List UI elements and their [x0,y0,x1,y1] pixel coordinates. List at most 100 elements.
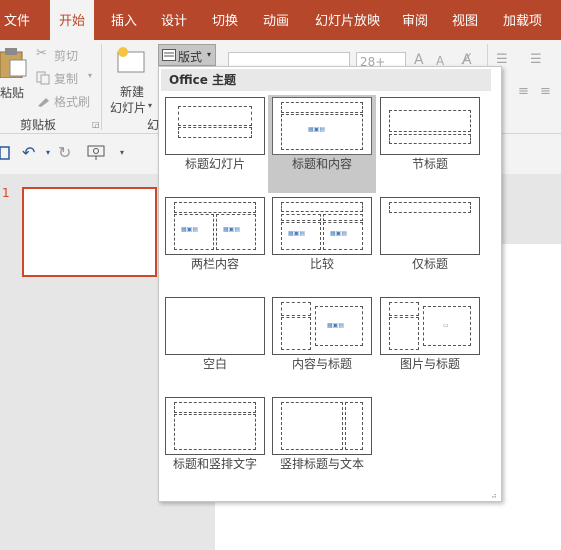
layout-label: 比较 [309,257,334,271]
layout-thumbnail [380,197,480,255]
vertical-text-placeholder [174,414,256,450]
tab-animations[interactable]: 动画 [263,0,289,40]
slideshow-start-icon[interactable] [86,144,106,162]
right-heading-placeholder [323,214,363,221]
format-painter-label: 格式刷 [54,95,91,109]
tab-slideshow[interactable]: 幻灯片放映 [315,0,380,40]
layout-two-content[interactable]: ▦▣▤ ▦▣▤ 两栏内容 [161,195,265,293]
numbering-icon[interactable]: ☰ [530,52,542,67]
slide-thumbnail[interactable] [22,187,157,277]
new-slide-button[interactable]: 新建 幻灯片 ▾ [108,44,153,115]
copy-button[interactable]: 复制 ▾ [36,69,96,87]
layout-label: 内容与标题 [291,357,352,371]
paintbrush-icon [38,98,49,107]
layout-label: 图片与标题 [399,357,460,371]
new-slide-label-1: 新建 [120,85,145,99]
tab-view[interactable]: 视图 [452,0,478,40]
layout-thumbnail [165,297,265,355]
layout-label: 标题和内容 [291,157,352,171]
content-icons: ▦▣▤ [308,126,326,133]
layout-picture-with-caption[interactable]: ▭ 图片与标题 [376,295,480,393]
layout-label: 仅标题 [411,257,448,271]
new-slide-label-2: 幻灯片 [110,101,147,115]
layout-label: 版式 [178,50,203,64]
title-placeholder [174,202,256,213]
layout-content-with-caption[interactable]: ▦▣▤ 内容与标题 [268,295,372,393]
content-icons: ▦▣▤ [181,226,199,233]
paste-label: 粘贴 [0,86,25,100]
chevron-down-icon[interactable]: ▾ [46,148,50,157]
title-placeholder [281,302,311,316]
dialog-launcher-icon[interactable]: ◲ [92,120,100,129]
text-placeholder [281,317,311,350]
save-icon[interactable] [0,146,10,160]
format-painter-button[interactable]: 格式刷 [36,92,96,110]
scissors-icon: ✂ [36,46,47,61]
layout-title-and-vertical-text[interactable]: 标题和竖排文字 [161,395,265,493]
vertical-title-placeholder [345,402,363,450]
layout-title-only[interactable]: 仅标题 [376,195,480,293]
layout-dropdown: Office 主题 标题幻灯片 ▦▣▤ 标题和内容 节标题 ▦▣▤ ▦▣▤ 两栏… [158,66,502,502]
paste-button[interactable]: 粘贴 [0,44,30,106]
left-heading-placeholder [281,214,321,221]
customize-qat-icon[interactable]: ▾ [120,148,124,157]
undo-icon[interactable]: ↶ [22,143,35,162]
layout-thumbnail: ▦▣▤ [272,97,372,155]
layout-thumbnail: ▦▣▤ ▦▣▤ [272,197,372,255]
layout-thumbnail: ▭ [380,297,480,355]
picture-icon: ▭ [443,322,449,329]
layout-label: 标题幻灯片 [184,157,245,171]
new-slide-icon [117,47,145,73]
subtitle-placeholder [178,127,252,138]
cut-label: 剪切 [54,49,79,63]
clipboard-group-label: 剪贴板 [20,118,57,132]
title-placeholder [174,402,256,413]
title-placeholder [178,106,252,126]
content-icons: ▦▣▤ [330,230,348,237]
tab-review[interactable]: 审阅 [402,0,428,40]
layout-thumbnail: ▦▣▤ ▦▣▤ [165,197,265,255]
title-placeholder [281,202,363,212]
layout-label: 两栏内容 [190,257,239,271]
dropdown-header: Office 主题 [161,69,491,91]
layout-thumbnail [165,397,265,455]
align-right-icon[interactable]: ≡ [540,84,551,99]
resize-grip-icon[interactable]: ⠴ [491,491,497,500]
layout-label: 标题和竖排文字 [172,457,257,471]
layout-icon [162,49,176,61]
content-icons: ▦▣▤ [288,230,306,237]
title-placeholder [389,202,471,213]
copy-icon [36,71,50,85]
title-placeholder [389,110,471,132]
tab-home[interactable]: 开始 [50,0,94,40]
layout-vertical-title-and-text[interactable]: 竖排标题与文本 [268,395,372,493]
chevron-down-icon: ▾ [88,71,93,80]
content-icons: ▦▣▤ [327,322,345,329]
text-placeholder [389,134,471,144]
bullets-icon[interactable]: ☰ [496,52,508,67]
tab-addins[interactable]: 加载项 [503,0,542,40]
tab-insert[interactable]: 插入 [111,0,137,40]
layout-title-and-content[interactable]: ▦▣▤ 标题和内容 [268,95,376,193]
cut-button[interactable]: ✂ 剪切 [36,46,96,64]
tab-design[interactable]: 设计 [161,0,187,40]
ribbon-tab-bar: 文件 开始 插入 设计 切换 动画 幻灯片放映 审阅 视图 加载项 [0,0,561,40]
layout-thumbnail: ▦▣▤ [272,297,372,355]
chevron-down-icon: ▾ [207,50,212,59]
layout-comparison[interactable]: ▦▣▤ ▦▣▤ 比较 [268,195,372,293]
vertical-text-placeholder [281,402,343,450]
layout-title-slide[interactable]: 标题幻灯片 [161,95,265,193]
tab-file[interactable]: 文件 [4,0,30,40]
layout-blank[interactable]: 空白 [161,295,265,393]
layout-thumbnail [380,97,480,155]
tab-transitions[interactable]: 切换 [212,0,238,40]
title-placeholder [281,102,363,113]
copy-label: 复制 [54,72,79,86]
chevron-down-icon: ▾ [148,101,153,110]
layout-button[interactable]: 版式 ▾ [158,44,216,66]
redo-icon[interactable]: ↻ [58,143,71,162]
layout-section-header[interactable]: 节标题 [376,95,480,193]
group-separator [101,44,102,130]
align-center-icon[interactable]: ≡ [518,84,529,99]
slide-number: 1 [2,186,10,200]
